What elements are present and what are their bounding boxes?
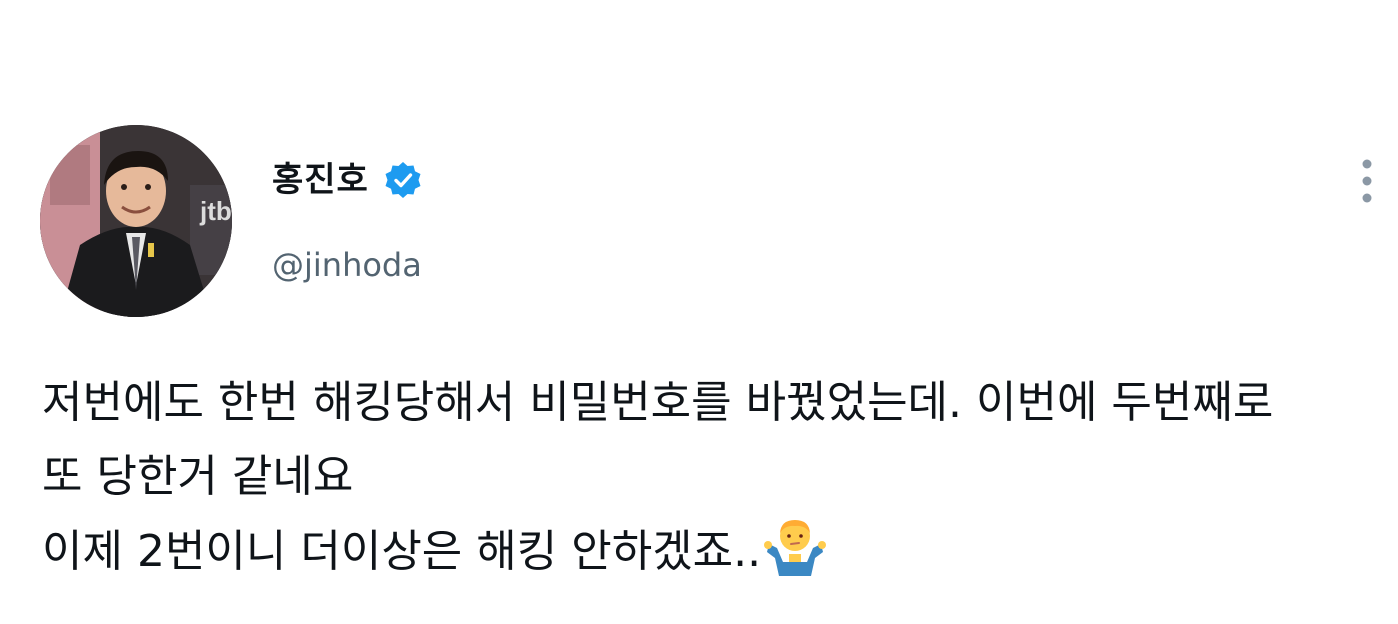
tweet-text: 저번에도 한번 해킹당해서 비밀번호를 바꿨었는데. 이번에 두번째로 또 당한… [42,366,1392,588]
svg-text:jtb: jtb [199,196,232,226]
tweet-text-line-2: 또 당한거 같네요 [42,451,354,502]
author-handle[interactable]: @jinhoda [272,240,422,290]
verified-badge-icon [383,160,423,200]
avatar[interactable]: jtb [40,125,232,317]
tweet-text-line-3: 이제 2번이니 더이상은 해킹 안하겠죠.. [42,526,762,577]
shrug-emoji-icon [763,514,827,578]
more-options-button[interactable] [1352,152,1382,212]
author-display-name[interactable]: 홍진호 [272,150,369,210]
more-vertical-icon [1362,159,1372,203]
tweet-card: jtb 홍진호 @jinhoda 저번에도 한번 해킹당해서 비밀번호를 바꿨었… [0,0,1398,624]
author-name-row[interactable]: 홍진호 [272,150,423,210]
tweet-text-line-1: 저번에도 한번 해킹당해서 비밀번호를 바꿨었는데. 이번에 두번째로 [42,377,1274,428]
user-avatar-photo: jtb [40,125,232,317]
tweet-text-line-3-wrapper: 이제 2번이니 더이상은 해킹 안하겠죠.. [42,514,1392,588]
